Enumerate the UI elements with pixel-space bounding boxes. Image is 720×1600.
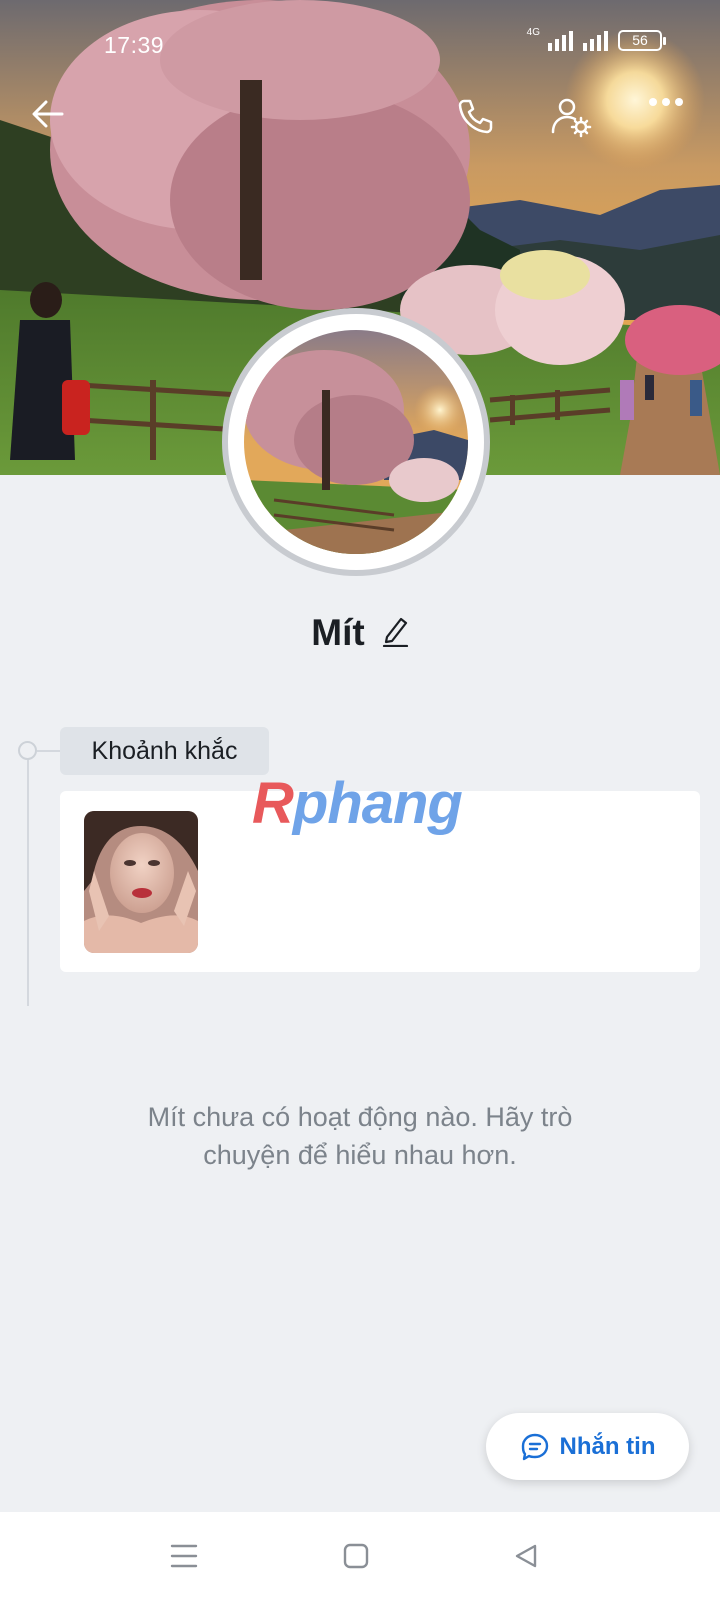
- timeline-dot: [18, 741, 37, 760]
- arrow-left-icon: [32, 100, 64, 128]
- timeline-connector: [37, 750, 61, 752]
- call-button[interactable]: [456, 96, 504, 144]
- avatar[interactable]: [222, 308, 490, 576]
- avatar-image: [244, 330, 468, 554]
- user-settings-button[interactable]: [550, 96, 598, 144]
- network-type: 4G: [526, 27, 540, 38]
- signal-icon: [548, 30, 573, 51]
- user-settings-icon: [551, 98, 592, 138]
- chat-bubble-icon: [521, 1433, 548, 1460]
- recent-apps-button[interactable]: [164, 1536, 204, 1576]
- square-home-icon: [343, 1543, 369, 1569]
- more-button[interactable]: [648, 96, 696, 144]
- watermark-logo: Rphang: [252, 771, 463, 836]
- moment-thumbnail[interactable]: [84, 811, 198, 953]
- signal-icon-2: [583, 30, 608, 51]
- phone-icon: [458, 99, 493, 134]
- edit-name-button[interactable]: [381, 615, 409, 652]
- triangle-back-icon: [515, 1544, 537, 1568]
- battery-icon: 56: [618, 30, 666, 51]
- profile-name-row: Mít: [0, 612, 720, 654]
- system-nav-bar: [0, 1512, 720, 1600]
- menu-icon: [170, 1544, 198, 1568]
- timeline-line: [27, 752, 29, 1006]
- status-icons: 4G 56: [526, 27, 666, 51]
- profile-name: Mít: [311, 612, 365, 653]
- message-button[interactable]: Nhắn tin: [486, 1413, 689, 1480]
- more-horizontal-icon: [649, 98, 683, 106]
- back-button[interactable]: [30, 96, 78, 144]
- home-button[interactable]: [336, 1536, 376, 1576]
- empty-activity-text: Mít chưa có hoạt động nào. Hãy trò chuyệ…: [147, 1102, 573, 1170]
- profile-screen: 17:39 4G 56 Mít Khoảnh khắc Rphang Mít c…: [0, 0, 720, 1600]
- moments-label: Khoảnh khắc: [60, 727, 269, 775]
- system-back-button[interactable]: [506, 1536, 546, 1576]
- message-button-label: Nhắn tin: [559, 1432, 656, 1460]
- status-bar: 17:39 4G 56: [0, 0, 720, 70]
- status-time: 17:39: [104, 32, 165, 58]
- pencil-icon: [382, 617, 408, 647]
